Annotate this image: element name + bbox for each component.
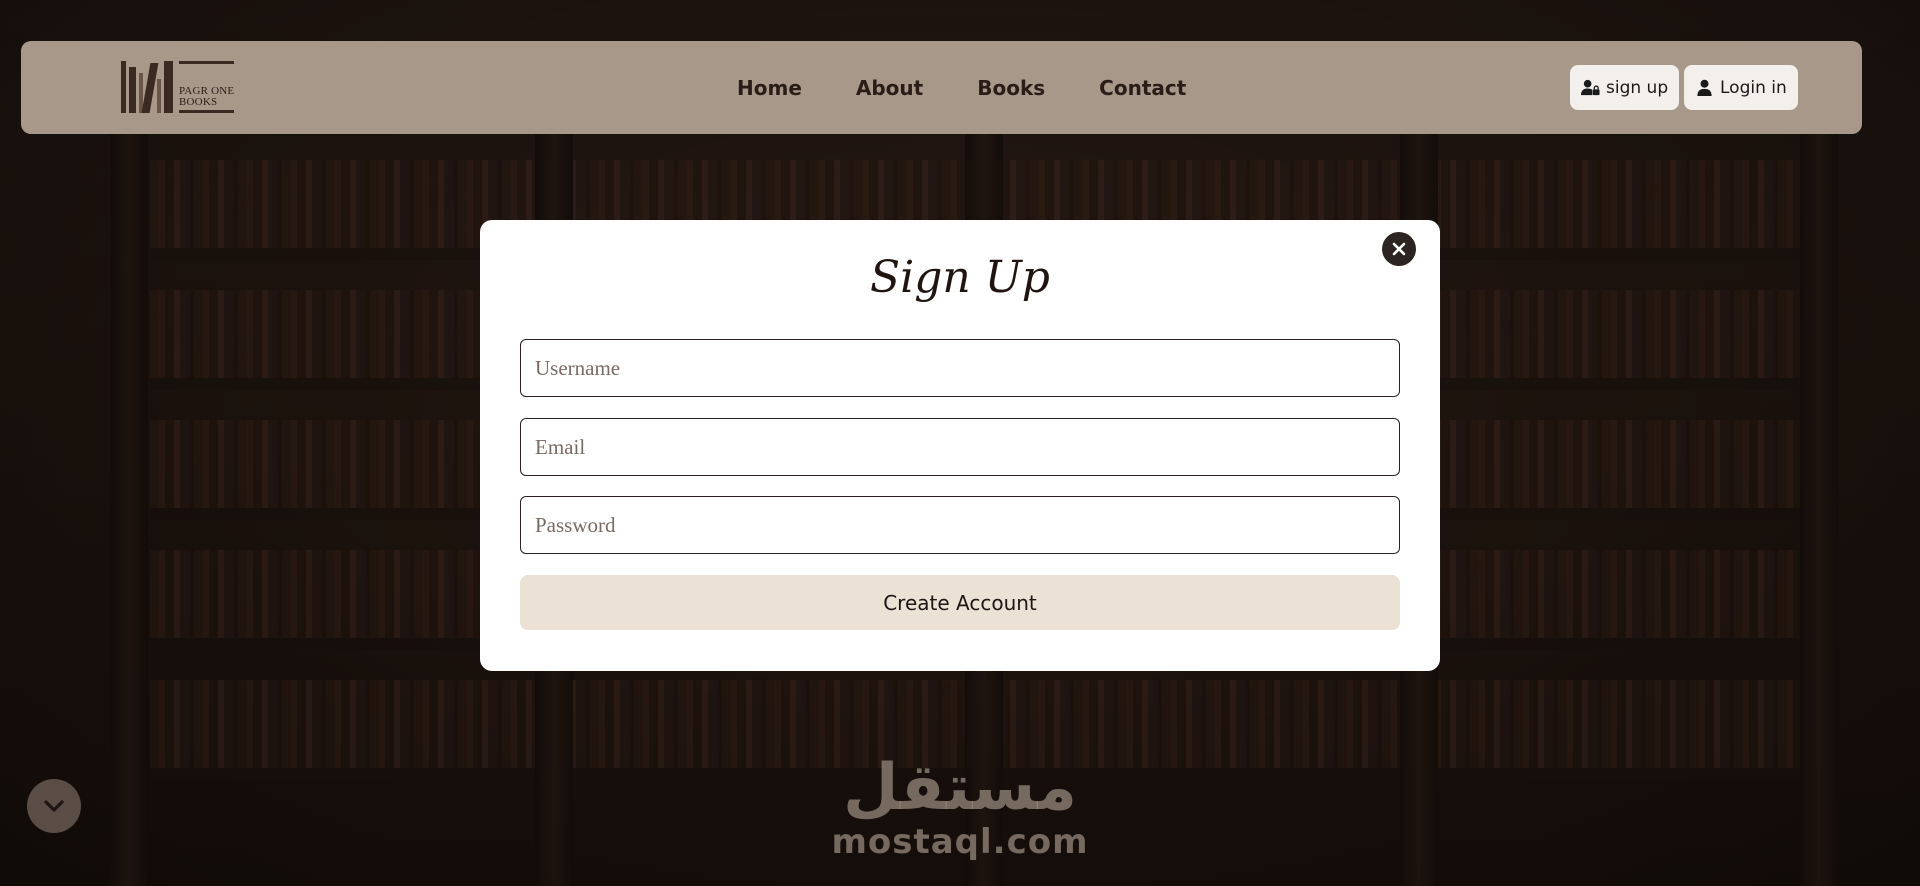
watermark-logo: مستقل mostaql.com — [820, 752, 1100, 860]
user-lock-icon — [1581, 79, 1600, 96]
sign-up-label: sign up — [1606, 77, 1669, 98]
navbar: PAGR ONE BOOKS Home About Books Contact … — [21, 41, 1862, 134]
nav-home[interactable]: Home — [737, 76, 802, 100]
nav-books[interactable]: Books — [977, 76, 1045, 100]
watermark-latin: mostaql.com — [831, 822, 1089, 862]
nav-contact[interactable]: Contact — [1099, 76, 1186, 100]
logo-text: PAGR ONE BOOKS — [179, 61, 235, 113]
password-input[interactable] — [520, 496, 1400, 554]
email-input[interactable] — [520, 418, 1400, 476]
nav-links: Home About Books Contact — [737, 41, 1186, 134]
sign-up-modal: Sign Up Create Account — [480, 220, 1440, 671]
login-button[interactable]: Login in — [1684, 65, 1798, 110]
logo[interactable]: PAGR ONE BOOKS — [121, 57, 256, 113]
watermark-arabic: مستقل — [842, 751, 1078, 825]
user-icon — [1697, 79, 1712, 97]
nav-about[interactable]: About — [856, 76, 923, 100]
logo-line-2: BOOKS — [179, 96, 218, 108]
modal-title: Sign Up — [870, 252, 1050, 303]
create-account-button[interactable]: Create Account — [520, 575, 1400, 630]
username-input[interactable] — [520, 339, 1400, 397]
logo-books-icon — [121, 61, 173, 113]
scroll-down-button[interactable] — [27, 779, 81, 833]
sign-up-button[interactable]: sign up — [1570, 65, 1680, 110]
chevron-down-icon — [44, 800, 64, 812]
login-label: Login in — [1720, 77, 1787, 98]
